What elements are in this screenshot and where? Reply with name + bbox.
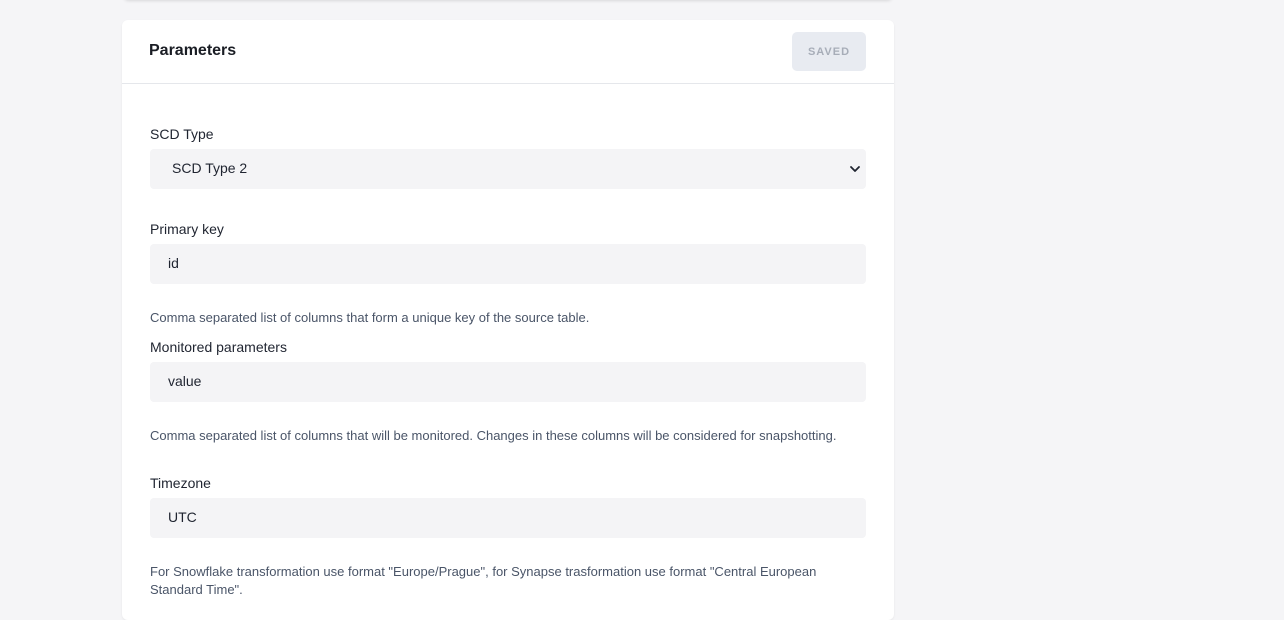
primary-key-label: Primary key xyxy=(150,221,224,237)
primary-key-value: id xyxy=(168,255,179,271)
primary-key-help: Comma separated list of columns that for… xyxy=(150,310,590,325)
scd-type-label: SCD Type xyxy=(150,126,214,142)
monitored-parameters-help: Comma separated list of columns that wil… xyxy=(150,428,837,443)
monitored-parameters-input[interactable]: value xyxy=(150,362,866,402)
timezone-input[interactable]: UTC xyxy=(150,498,866,538)
timezone-help: For Snowflake transformation use format … xyxy=(150,564,817,597)
monitored-parameters-label: Monitored parameters xyxy=(150,339,287,355)
scd-type-select[interactable]: SCD Type 2 xyxy=(150,149,866,189)
chevron-down-icon xyxy=(850,166,860,172)
page-title: Parameters xyxy=(149,42,237,59)
card-header: Parameters SAVED xyxy=(122,20,894,84)
scd-type-selected-value: SCD Type 2 xyxy=(172,160,248,176)
timezone-value: UTC xyxy=(168,509,197,525)
primary-key-input[interactable]: id xyxy=(150,244,866,284)
monitored-parameters-value: value xyxy=(168,373,202,389)
saved-button[interactable]: SAVED xyxy=(792,32,866,71)
timezone-label: Timezone xyxy=(150,475,211,491)
parameters-card: Parameters SAVED SCD Type SCD Type 2 Pri… xyxy=(122,20,894,620)
